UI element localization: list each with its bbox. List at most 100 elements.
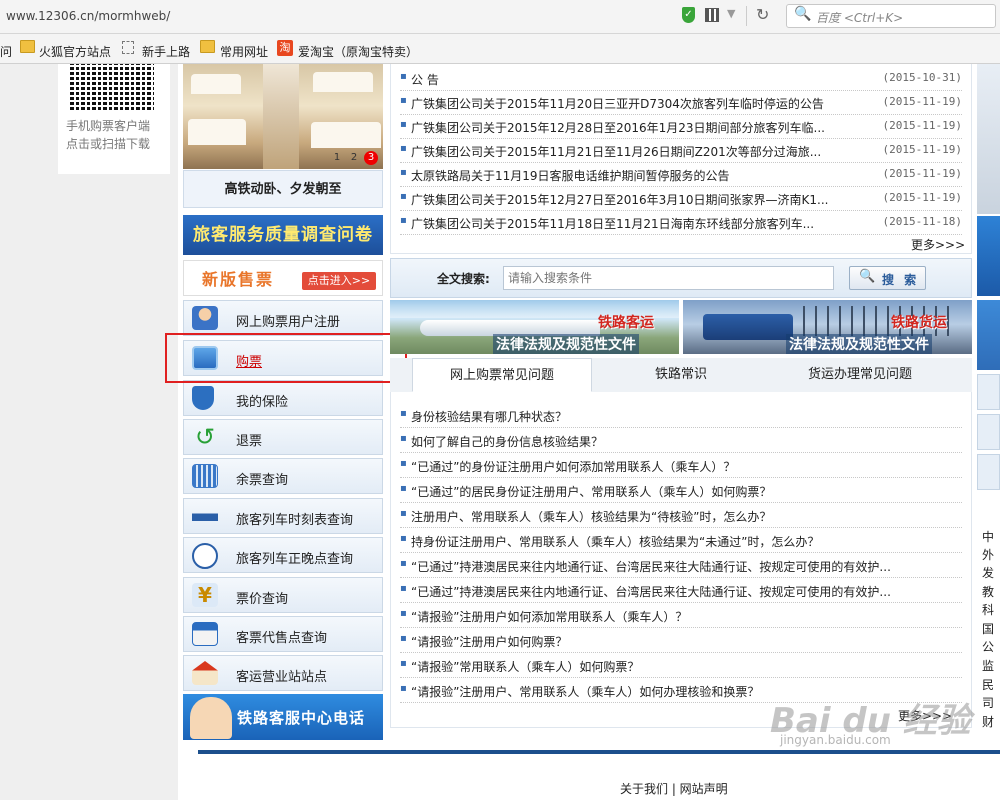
faq-text[interactable]: “请报验”注册用户、常用联系人（乘车人）如何办理核验和换票？ [411,683,759,700]
right-link-char[interactable]: 外 [982,546,994,563]
nav-remaining-tickets[interactable]: 余票查询 [183,458,383,494]
right-nav-tile[interactable] [977,414,1000,450]
fulltext-search-input[interactable] [503,266,834,290]
notice-title[interactable]: 广铁集团公司关于2015年11月18日至11月21日海南东环线部分旅客列车... [411,215,814,232]
notice-row[interactable]: ▪ 太原铁路局关于11月19日客服电话维护期间暂停服务的公告 (2015-11-19… [400,162,962,187]
bullet-icon: ▪ [400,215,407,226]
bullet-icon: ▪ [400,458,407,469]
faq-item[interactable]: ▪ “请报验”注册用户如何购票？ [400,627,962,653]
bookmark-firefox-site[interactable]: 火狐官方站点 [39,43,111,60]
notice-row[interactable]: ▪ 广铁集团公司关于2015年12月28日至2016年1月23日期间部分旅客列车临… [400,114,962,139]
station-house-icon [192,661,218,685]
magnifier-icon: 🔍 [859,269,876,284]
nav-refund[interactable]: ↺ 退票 [183,419,383,455]
notice-title[interactable]: 广铁集团公司关于2015年11月21日至11月26日期间Z201次等部分过海旅.… [411,143,821,160]
notice-title[interactable]: 广铁集团公司关于2015年11月20日三亚开D7304次旅客列车临时停运的公告 [411,95,824,112]
faq-item[interactable]: ▪ 身份核验结果有哪几种状态？ [400,402,962,428]
nav-my-insurance[interactable]: 我的保险 [183,380,383,416]
faq-item[interactable]: ▪ “已通过”持港澳居民来往内地通行证、台湾居民来往大陆通行证、按规定可使用的有效… [400,552,962,578]
nav-fare-query[interactable]: ¥ 票价查询 [183,577,383,613]
nav-agency-query[interactable]: 客票代售点查询 [183,616,383,652]
right-link-char[interactable]: 国 [982,620,994,637]
right-link-char[interactable]: 科 [982,601,994,618]
nav-timetable[interactable]: 旅客列车时刻表查询 [183,498,383,534]
nav-label: 票价查询 [236,592,289,607]
faq-item[interactable]: ▪ 注册用户、常用联系人（乘车人）核验结果为“待核验”时，怎么办？ [400,502,962,528]
faq-item[interactable]: ▪ “已通过”持港澳居民来往内地通行证、台湾居民来往大陆通行证、按规定可使用的有效… [400,577,962,603]
slide-dot[interactable]: 2 [347,151,361,165]
nav-delay-query[interactable]: 旅客列车正晚点查询 [183,537,383,573]
hero-caption[interactable]: 高铁动卧、夕发朝至 [183,170,383,208]
url-field[interactable]: www.12306.cn/mormhweb/ [6,9,170,23]
right-banner-blue[interactable] [977,216,1000,296]
bookmark-ai-taobao[interactable]: 爱淘宝（原淘宝特卖） [298,43,418,60]
nav-station-query[interactable]: 客运营业站站点 [183,655,383,691]
right-link-char[interactable]: 民 [982,676,994,693]
tab-freight-faq[interactable]: 货运办理常见问题 [770,358,950,392]
new-version-label: 新版售票 [202,270,275,289]
right-link-char[interactable]: 教 [982,583,994,600]
notice-row[interactable]: ▪ 公 告 (2015-10-31) [400,66,962,91]
right-nav-tile[interactable] [977,454,1000,490]
agent-avatar [190,697,232,739]
qr-code-icon[interactable] [705,8,719,22]
faq-item[interactable]: ▪ 如何了解自己的身份信息核验结果？ [400,427,962,453]
notice-row[interactable]: ▪ 广铁集团公司关于2015年12月27日至2016年3月10日期间张家界—济南K… [400,186,962,211]
faq-text[interactable]: “已通过”持港澳居民来往内地通行证、台湾居民来往大陆通行证、按规定可使用的有效护… [411,583,891,600]
faq-item[interactable]: ▪ “请报验”常用联系人（乘车人）如何购票？ [400,652,962,678]
right-link-char[interactable]: 中 [982,528,994,545]
tab-railway-knowledge[interactable]: 铁路常识 [615,358,747,392]
notice-row[interactable]: ▪ 广铁集团公司关于2015年11月18日至11月21日海南东环线部分旅客列车..… [400,210,962,235]
chevron-down-icon[interactable]: ▼ [727,7,735,20]
bullet-icon: ▪ [400,71,407,82]
bullet-icon: ▪ [400,143,407,154]
nav-user-register[interactable]: 网上购票用户注册 [183,300,383,336]
faq-item[interactable]: ▪ “已通过”的身份证注册用户如何添加常用联系人（乘车人）？ [400,452,962,478]
notice-title[interactable]: 广铁集团公司关于2015年12月28日至2016年1月23日期间部分旅客列车临.… [411,119,825,136]
app-qr-code[interactable] [70,64,154,110]
faq-text[interactable]: 如何了解自己的身份信息核验结果？ [411,433,603,450]
faq-text[interactable]: “已通过”的身份证注册用户如何添加常用联系人（乘车人）？ [411,458,735,475]
right-link-char[interactable]: 发 [982,564,994,581]
faq-text[interactable]: “已通过”持港澳居民来往内地通行证、台湾居民来往大陆通行证、按规定可使用的有效护… [411,558,891,575]
tab-online-ticket-faq[interactable]: 网上购票常见问题 [412,358,592,392]
faq-item[interactable]: ▪ “请报验”注册用户如何添加常用联系人（乘车人）？ [400,602,962,628]
faq-item[interactable]: ▪ “已通过”的居民身份证注册用户、常用联系人（乘车人）如何购票？ [400,477,962,503]
bookmark-truncated[interactable]: 问 [0,43,12,60]
nav-label: 我的保险 [236,395,289,410]
faq-text[interactable]: 注册用户、常用联系人（乘车人）核验结果为“待核验”时，怎么办？ [411,508,771,525]
enter-new-version-button[interactable]: 点击进入>> [302,272,376,290]
footer-links[interactable]: 关于我们 | 网站声明 [620,780,728,797]
faq-text[interactable]: 身份核验结果有哪几种状态？ [411,408,567,425]
faq-text[interactable]: “已通过”的居民身份证注册用户、常用联系人（乘车人）如何购票？ [411,483,771,500]
reload-icon[interactable]: ↻ [756,5,769,24]
right-link-char[interactable]: 监 [982,657,994,674]
notice-title[interactable]: 太原铁路局关于11月19日客服电话维护期间暂停服务的公告 [411,167,730,184]
survey-banner[interactable]: 旅客服务质量调查问卷 [183,215,383,255]
right-banner-blue-2[interactable] [977,300,1000,370]
right-link-char[interactable]: 司 [982,694,994,711]
notice-row[interactable]: ▪ 广铁集团公司关于2015年11月20日三亚开D7304次旅客列车临时停运的公告… [400,90,962,115]
right-link-char[interactable]: 公 [982,638,994,655]
notice-row[interactable]: ▪ 广铁集团公司关于2015年11月21日至11月26日期间Z201次等部分过海旅… [400,138,962,163]
nav-label: 旅客列车正晚点查询 [236,552,354,567]
notice-title[interactable]: 广铁集团公司关于2015年12月27日至2016年3月10日期间张家界—济南K1… [411,191,828,208]
right-nav-tile[interactable] [977,374,1000,410]
notices-more-link[interactable]: 更多>>> [911,236,965,253]
right-banner-image[interactable] [977,64,1000,214]
bullet-icon: ▪ [400,119,407,130]
slide-dot[interactable]: 1 [330,151,344,165]
bullet-icon: ▪ [400,508,407,519]
notice-title[interactable]: 公 告 [411,71,439,88]
faq-text[interactable]: “请报验”常用联系人（乘车人）如何购票？ [411,658,639,675]
security-shield-icon[interactable]: ✓ [682,7,695,23]
faq-text[interactable]: 持身份证注册用户、常用联系人（乘车人）核验结果为“未通过”时，怎么办？ [411,533,819,550]
notice-date: (2015-11-19) [882,119,962,132]
bookmark-common-sites[interactable]: 常用网址 [220,43,268,60]
faq-text[interactable]: “请报验”注册用户如何购票？ [411,633,567,650]
faq-text[interactable]: “请报验”注册用户如何添加常用联系人（乘车人）？ [411,608,687,625]
bookmark-getting-started[interactable]: 新手上路 [142,43,190,60]
right-link-char[interactable]: 财 [982,713,994,730]
faq-item[interactable]: ▪ 持身份证注册用户、常用联系人（乘车人）核验结果为“未通过”时，怎么办？ [400,527,962,553]
slide-dot-active[interactable]: 3 [364,151,378,165]
